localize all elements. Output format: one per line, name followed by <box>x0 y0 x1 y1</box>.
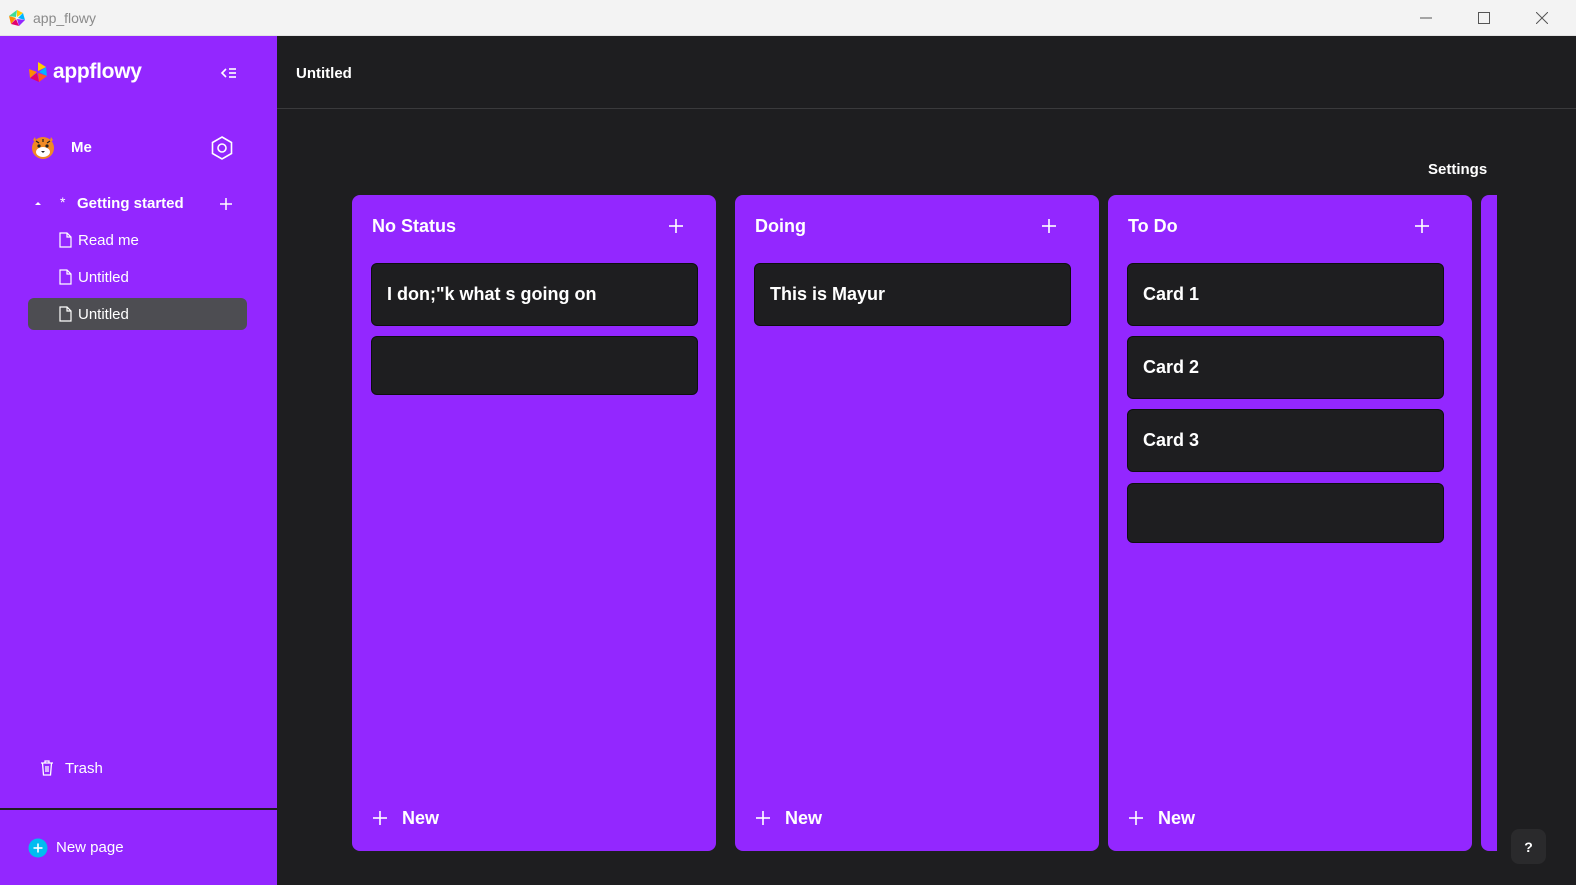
board-column-no-status: No Status I don;"k what s going on New <box>352 195 716 851</box>
board-column-partial <box>1481 195 1497 851</box>
close-button[interactable] <box>1513 0 1571 36</box>
sidebar-divider <box>0 808 277 810</box>
board-column-to-do: To Do Card 1 Card 2 Card 3 New <box>1108 195 1472 851</box>
add-card-icon[interactable] <box>1040 217 1058 235</box>
column-title[interactable]: Doing <box>755 216 806 237</box>
window-title: app_flowy <box>33 10 97 26</box>
maximize-icon <box>1478 12 1490 24</box>
board-card[interactable]: This is Mayur <box>754 263 1071 326</box>
maximize-button[interactable] <box>1455 0 1513 36</box>
sidebar-item-label: Read me <box>78 232 139 249</box>
board-settings-button[interactable]: Settings <box>1428 161 1487 178</box>
plus-icon <box>1129 811 1143 825</box>
card-title: This is Mayur <box>770 284 886 304</box>
new-card-label: New <box>785 808 823 828</box>
appflowy-logo-icon <box>29 62 47 82</box>
trash-icon <box>41 760 53 776</box>
add-card-icon[interactable] <box>667 217 685 235</box>
add-page-icon[interactable] <box>216 194 236 214</box>
column-title[interactable]: To Do <box>1128 216 1178 237</box>
document-header: Untitled <box>277 36 1576 109</box>
brand-name: appflowy <box>53 60 142 83</box>
new-page-label: New page <box>56 839 124 856</box>
caret-up-icon[interactable] <box>32 197 44 209</box>
window-titlebar: app_flowy <box>0 0 1576 36</box>
trash-label: Trash <box>65 760 103 777</box>
card-title: Card 1 <box>1143 284 1200 304</box>
sidebar-item-untitled[interactable]: Untitled <box>28 261 247 293</box>
minimize-button[interactable] <box>1397 0 1455 36</box>
appflowy-app-icon <box>9 10 25 26</box>
workspace-header[interactable]: * Getting started <box>28 191 248 217</box>
card-title: I don;"k what s going on <box>387 284 597 304</box>
document-icon <box>59 232 72 248</box>
new-card-label: New <box>402 808 440 828</box>
document-icon <box>59 306 72 322</box>
card-title: Card 3 <box>1143 430 1200 450</box>
close-icon <box>1536 12 1548 24</box>
user-name[interactable]: Me <box>71 139 92 156</box>
board-card[interactable]: Card 2 <box>1127 336 1444 399</box>
plus-icon <box>756 811 770 825</box>
column-title[interactable]: No Status <box>372 216 456 237</box>
board-column-doing: Doing This is Mayur New <box>735 195 1099 851</box>
page-title[interactable]: Untitled <box>296 65 352 82</box>
workspace-emoji: * <box>60 194 66 210</box>
add-card-icon[interactable] <box>1413 217 1431 235</box>
avatar[interactable] <box>30 134 56 160</box>
sidebar-item-label: Untitled <box>78 269 129 286</box>
help-button[interactable]: ? <box>1511 829 1546 864</box>
workspace-label[interactable]: Getting started <box>77 195 184 212</box>
add-circle-icon <box>28 838 48 858</box>
plus-icon <box>373 811 387 825</box>
document-icon <box>59 269 72 285</box>
sidebar: appflowy Me * Getting started Read me Un… <box>0 36 277 885</box>
minimize-icon <box>1420 17 1432 19</box>
sidebar-item-label: Untitled <box>78 306 129 323</box>
board-card-empty[interactable] <box>371 336 698 395</box>
brand-logo: appflowy <box>27 60 142 84</box>
board-card[interactable]: Card 1 <box>1127 263 1444 326</box>
sidebar-item-read-me[interactable]: Read me <box>28 224 247 256</box>
new-card-label: New <box>1158 808 1196 828</box>
card-title: Card 2 <box>1143 357 1200 377</box>
sidebar-item-untitled-selected[interactable]: Untitled <box>28 298 247 330</box>
board-card[interactable]: I don;"k what s going on <box>371 263 698 326</box>
board-card-empty[interactable] <box>1127 483 1444 543</box>
board-card[interactable]: Card 3 <box>1127 409 1444 472</box>
collapse-sidebar-icon[interactable] <box>218 63 240 83</box>
settings-icon[interactable] <box>209 135 235 161</box>
